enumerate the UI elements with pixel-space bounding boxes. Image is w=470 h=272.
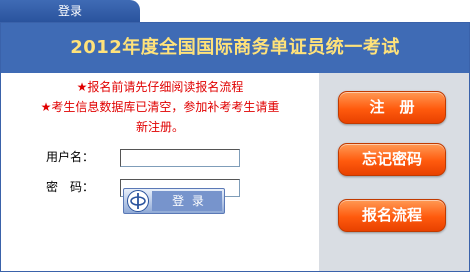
forgot-password-button[interactable]: 忘记密码 [338, 143, 446, 176]
exam-banner: 2012年度全国国际商务单证员统一考试 [1, 23, 469, 73]
page-title: 2012年度全国国际商务单证员统一考试 [70, 37, 400, 58]
login-button-label: 登 录 [172, 194, 206, 208]
notice-line-1: ★报名前请先仔细阅读报名流程 [1, 77, 319, 97]
username-label: 用户名： [46, 150, 95, 164]
login-panel: 登录 2012年度全国国际商务单证员统一考试 ★报名前请先仔细阅读报名流程 ★考… [0, 0, 470, 272]
tab-login[interactable]: 登录 [0, 0, 140, 22]
register-button[interactable]: 注 册 [338, 91, 446, 124]
exam-logo-icon [127, 190, 149, 212]
password-label: 密 码： [46, 180, 95, 194]
login-button[interactable]: 登 录 [123, 188, 225, 214]
notice-line-2: ★考生信息数据库已清空，参加补考考生请重 [1, 97, 319, 117]
registration-process-button[interactable]: 报名流程 [338, 199, 446, 232]
notice-line-3: 新注册。 [1, 117, 319, 137]
notice-text-3: 新注册。 [135, 120, 184, 134]
notice-text-2: 考生信息数据库已清空，参加补考考生请重 [51, 100, 280, 114]
star-icon: ★ [40, 100, 52, 114]
login-form-area: ★报名前请先仔细阅读报名流程 ★考生信息数据库已清空，参加补考考生请重 新注册。… [1, 73, 319, 271]
notice-text-1: 报名前请先仔细阅读报名流程 [87, 80, 244, 94]
tab-login-label: 登录 [58, 4, 83, 18]
username-input[interactable] [120, 149, 240, 167]
star-icon: ★ [76, 80, 88, 94]
